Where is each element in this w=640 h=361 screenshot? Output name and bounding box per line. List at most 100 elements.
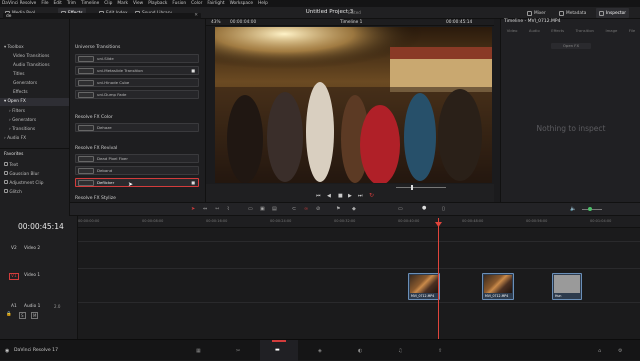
flag-icon[interactable]: ⚑: [336, 206, 340, 212]
effect-item[interactable]: uni.Slide: [75, 54, 199, 63]
zoom-level[interactable]: 43%: [211, 20, 221, 25]
menu-app[interactable]: DaVinci Resolve: [2, 1, 36, 6]
position-lock-icon[interactable]: ⊘: [316, 206, 320, 212]
subtab-open-fx[interactable]: Open FX: [551, 43, 591, 49]
tab-transition[interactable]: Transition: [576, 28, 594, 37]
volume-slider[interactable]: [582, 209, 602, 210]
go-to-end-icon[interactable]: ⏭: [358, 193, 363, 199]
tree-audio-transitions[interactable]: Audio Transitions: [13, 63, 50, 68]
mute-icon[interactable]: 🔈: [570, 206, 576, 212]
menu-timeline[interactable]: Timeline: [81, 1, 99, 6]
tree-ofx-generators[interactable]: › Generators: [9, 118, 36, 123]
tree-filters[interactable]: › Filters: [9, 109, 25, 114]
play-icon[interactable]: ▶: [348, 193, 352, 199]
star-icon[interactable]: ■: [191, 180, 195, 185]
snapping-icon[interactable]: ⊂: [292, 206, 296, 212]
tab-effects[interactable]: Effects: [551, 28, 564, 37]
tree-titles[interactable]: Titles: [13, 72, 24, 77]
zoom-out-icon[interactable]: ▭: [398, 206, 403, 212]
menu-clip[interactable]: Clip: [104, 1, 112, 6]
stop-icon[interactable]: ■: [338, 193, 343, 199]
tab-file[interactable]: File: [629, 28, 635, 37]
favorite-item-glitch[interactable]: Glitch: [4, 189, 22, 195]
zoom-slider-handle[interactable]: ●: [422, 205, 426, 211]
insert-clip-icon[interactable]: ▭: [248, 206, 253, 212]
tree-open-fx[interactable]: ▾ Open FX: [0, 98, 69, 106]
tree-audio-fx[interactable]: › Audio FX: [4, 136, 26, 141]
menu-file[interactable]: File: [41, 1, 48, 6]
color-page-icon[interactable]: ◐: [358, 348, 362, 354]
track-header-a1[interactable]: A1 Audio 1 2.0 🔒 S M: [0, 302, 78, 332]
menu-fairlight[interactable]: Fairlight: [207, 1, 224, 6]
effect-item[interactable]: uni.Dump Fade: [75, 90, 199, 99]
fairlight-page-icon[interactable]: ♫: [398, 348, 402, 354]
metadata-button[interactable]: Metadata: [556, 8, 589, 18]
marker-icon[interactable]: ◆: [352, 206, 356, 212]
edit-page-tab[interactable]: ▬: [260, 340, 298, 361]
home-icon[interactable]: ⌂: [598, 348, 601, 354]
video-clip[interactable]: MVI_0712.MP4: [482, 273, 514, 300]
menu-mark[interactable]: Mark: [117, 1, 128, 6]
favorite-item-text[interactable]: Text: [4, 162, 18, 168]
favorite-item-gaussian-blur[interactable]: Gaussian Blur: [4, 171, 39, 177]
timeline-body[interactable]: 00:00:00:00 00:00:08:00 00:00:16:00 00:0…: [78, 216, 640, 339]
tab-image[interactable]: Image: [605, 28, 617, 37]
track-header-v1[interactable]: V1 Video 1: [0, 269, 78, 297]
cut-page-icon[interactable]: ✂: [236, 348, 240, 354]
track-header-v2[interactable]: V2 Video 2: [0, 242, 78, 262]
video-clip[interactable]: Hun: [552, 273, 582, 300]
menu-fusion[interactable]: Fusion: [172, 1, 186, 6]
fusion-page-icon[interactable]: ◈: [318, 348, 322, 354]
video-clip[interactable]: MVI_0712.MP4: [408, 273, 440, 300]
timeline-ruler[interactable]: 00:00:00:00 00:00:08:00 00:00:16:00 00:0…: [78, 216, 640, 228]
volume-slider-handle[interactable]: [588, 207, 592, 211]
inspector-button[interactable]: Inspector: [596, 8, 630, 18]
menu-playback[interactable]: Playback: [148, 1, 167, 6]
menu-view[interactable]: View: [133, 1, 143, 6]
linked-selection-icon[interactable]: ∞: [304, 206, 308, 212]
mute-track-icon[interactable]: M: [31, 312, 39, 319]
menu-color[interactable]: Color: [191, 1, 202, 6]
tab-audio[interactable]: Audio: [529, 28, 540, 37]
tab-video[interactable]: Video: [507, 28, 518, 37]
effect-item[interactable]: uni.Metaslide Transition ■: [75, 66, 199, 75]
tree-video-transitions[interactable]: Video Transitions: [13, 54, 49, 59]
effect-item[interactable]: Dehaze: [75, 123, 199, 132]
menu-edit[interactable]: Edit: [54, 1, 62, 6]
trim-tool-icon[interactable]: ⇔: [203, 206, 207, 212]
media-page-icon[interactable]: ▦: [196, 348, 201, 354]
close-icon[interactable]: ✕: [194, 13, 198, 18]
timeline-name[interactable]: Timeline 1: [340, 20, 362, 25]
track-id[interactable]: V1: [9, 273, 19, 280]
selection-tool-icon[interactable]: ➤: [191, 206, 195, 212]
jog-handle[interactable]: [411, 185, 413, 190]
tree-generators[interactable]: Generators: [13, 81, 37, 86]
blade-tool-icon[interactable]: ⌇: [227, 206, 229, 212]
effects-search-input[interactable]: de ✕: [3, 13, 201, 19]
overwrite-clip-icon[interactable]: ▣: [260, 206, 265, 212]
effect-item[interactable]: uni.Hinode Cube: [75, 78, 199, 87]
tree-toolbox[interactable]: ▾ Toolbox: [4, 45, 24, 50]
effect-item[interactable]: Dead Pixel Fixer: [75, 154, 199, 163]
loop-icon[interactable]: ↻: [369, 192, 374, 199]
replace-clip-icon[interactable]: ▤: [272, 206, 277, 212]
playhead[interactable]: [438, 218, 439, 339]
settings-icon[interactable]: ⚙: [618, 348, 622, 354]
play-reverse-icon[interactable]: ◀: [327, 193, 331, 199]
effect-item[interactable]: Deband: [75, 166, 199, 175]
lock-icon[interactable]: 🔒: [6, 312, 12, 317]
menu-trim[interactable]: Trim: [67, 1, 76, 6]
favorite-item-adjustment-clip[interactable]: Adjustment Clip: [4, 180, 44, 186]
effect-item-selected[interactable]: Deflicker ■: [75, 178, 199, 187]
menu-help[interactable]: Help: [258, 1, 268, 6]
solo-icon[interactable]: S: [19, 312, 26, 319]
video-viewer[interactable]: [215, 27, 492, 185]
zoom-in-icon[interactable]: ▯: [442, 206, 445, 212]
mixer-button[interactable]: Mixer: [524, 8, 549, 18]
dynamic-trim-icon[interactable]: ⇿: [215, 206, 219, 212]
menu-workspace[interactable]: Workspace: [230, 1, 254, 6]
go-to-start-icon[interactable]: ⏮: [316, 193, 321, 199]
jog-bar[interactable]: [396, 187, 446, 188]
tree-effects[interactable]: Effects: [13, 90, 28, 95]
tree-ofx-transitions[interactable]: › Transitions: [9, 127, 35, 132]
